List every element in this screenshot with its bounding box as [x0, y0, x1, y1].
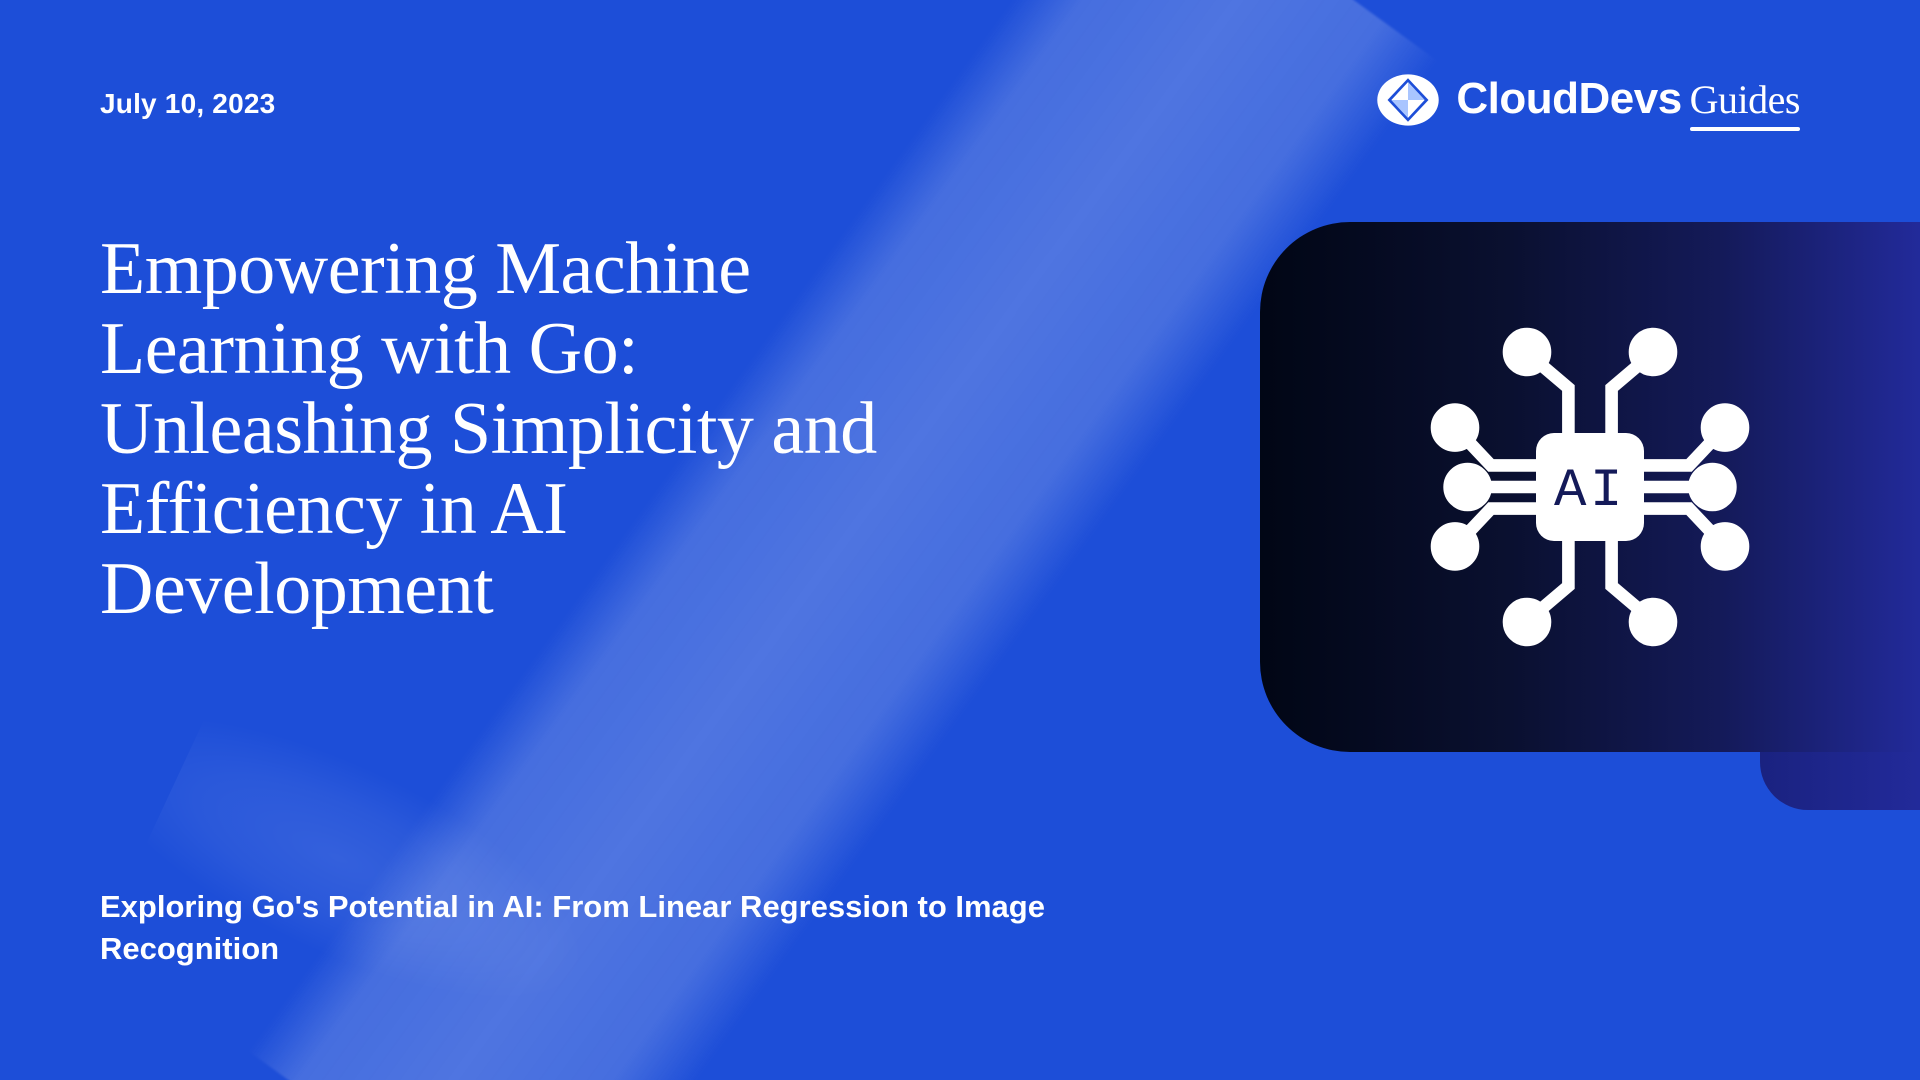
brand-logo: CloudDevs Guides — [1376, 68, 1800, 132]
card-notch — [1760, 752, 1920, 810]
publish-date: July 10, 2023 — [100, 88, 275, 120]
logo-text: CloudDevs Guides — [1456, 74, 1800, 127]
ai-chip-icon: AI — [1410, 307, 1770, 667]
logo-mark-icon — [1376, 68, 1440, 132]
illustration-card: AI — [1260, 222, 1920, 752]
logo-sub: Guides — [1690, 76, 1800, 127]
chip-label: AI — [1554, 461, 1626, 522]
page-title: Empowering Machine Learning with Go: Unl… — [100, 230, 930, 630]
logo-brand: CloudDevs — [1456, 74, 1681, 124]
page-subtitle: Exploring Go's Potential in AI: From Lin… — [100, 886, 1100, 970]
brush-smear — [135, 696, 623, 1058]
